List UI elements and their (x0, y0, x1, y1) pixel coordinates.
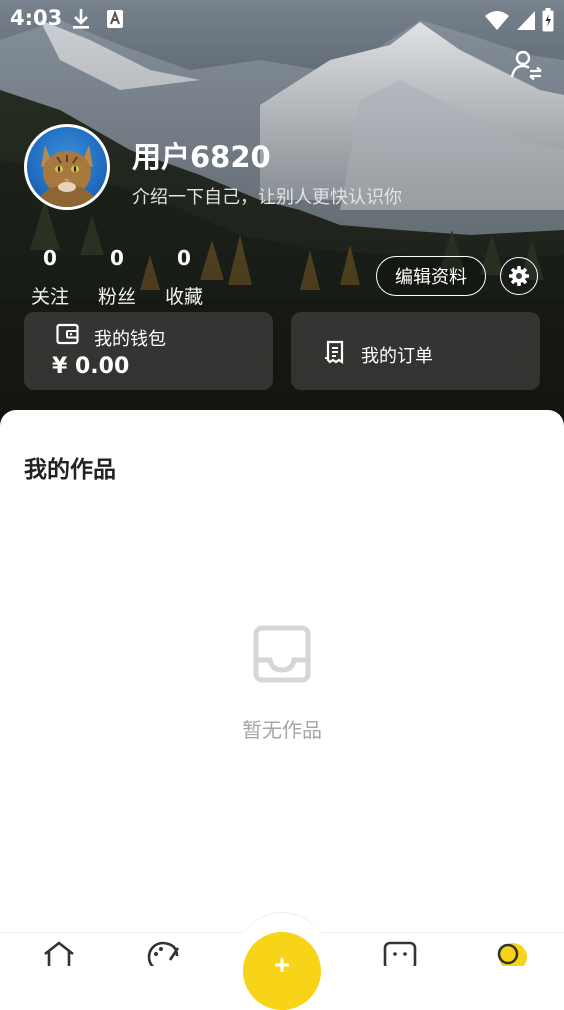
wallet-amount: ¥ 0.00 (52, 354, 130, 379)
message-icon (383, 941, 417, 971)
nav-messages[interactable] (383, 940, 417, 971)
wallet-card[interactable]: 我的钱包 ¥ 0.00 (24, 312, 273, 390)
notification-a-icon (106, 9, 124, 33)
nav-profile[interactable] (494, 940, 528, 971)
status-time: 4:03 (10, 6, 63, 30)
download-icon (70, 7, 92, 35)
switch-account-icon (510, 50, 542, 81)
empty-works-text: 暂无作品 (242, 718, 322, 742)
wifi-icon (485, 11, 509, 30)
settings-button[interactable] (500, 257, 538, 295)
orders-card[interactable]: 我的订单 (291, 312, 540, 390)
signal-icon (517, 11, 535, 30)
works-title: 我的作品 (24, 457, 116, 483)
home-icon (44, 941, 74, 966)
stat-label: 关注 (30, 286, 69, 308)
settings-icon (509, 266, 529, 286)
add-post-button[interactable] (243, 932, 321, 1010)
avatar[interactable] (24, 124, 110, 210)
add-icon (275, 958, 289, 972)
stat-label: 收藏 (164, 286, 203, 308)
stat-value: 0 (177, 246, 191, 270)
status-bar: 4:03 (0, 0, 564, 38)
nav-home[interactable] (42, 940, 76, 970)
cat-avatar-image (39, 145, 95, 207)
switch-account-button[interactable] (510, 48, 544, 82)
stat-fans[interactable]: 0 粉丝 (87, 246, 147, 309)
profile-icon (497, 943, 527, 971)
stat-favorites[interactable]: 0 收藏 (154, 246, 214, 309)
wallet-label: 我的钱包 (94, 329, 166, 350)
wallet-icon (56, 323, 80, 349)
stat-value: 0 (43, 246, 57, 270)
edit-profile-button[interactable]: 编辑资料 (376, 256, 486, 296)
status-icons (484, 8, 554, 32)
palette-icon (147, 941, 180, 973)
username: 用户6820 (132, 140, 271, 174)
order-icon (324, 340, 346, 368)
battery-icon (542, 8, 554, 32)
inbox-empty-icon (252, 624, 312, 688)
bio-text[interactable]: 介绍一下自己，让别人更快认识你 (132, 183, 402, 209)
stat-label: 粉丝 (97, 286, 136, 308)
stat-value: 0 (110, 246, 124, 270)
works-panel: 我的作品 暂无作品 (0, 410, 564, 964)
orders-label: 我的订单 (361, 346, 433, 367)
nav-discover[interactable] (146, 940, 180, 973)
stat-following[interactable]: 0 关注 (20, 246, 80, 309)
